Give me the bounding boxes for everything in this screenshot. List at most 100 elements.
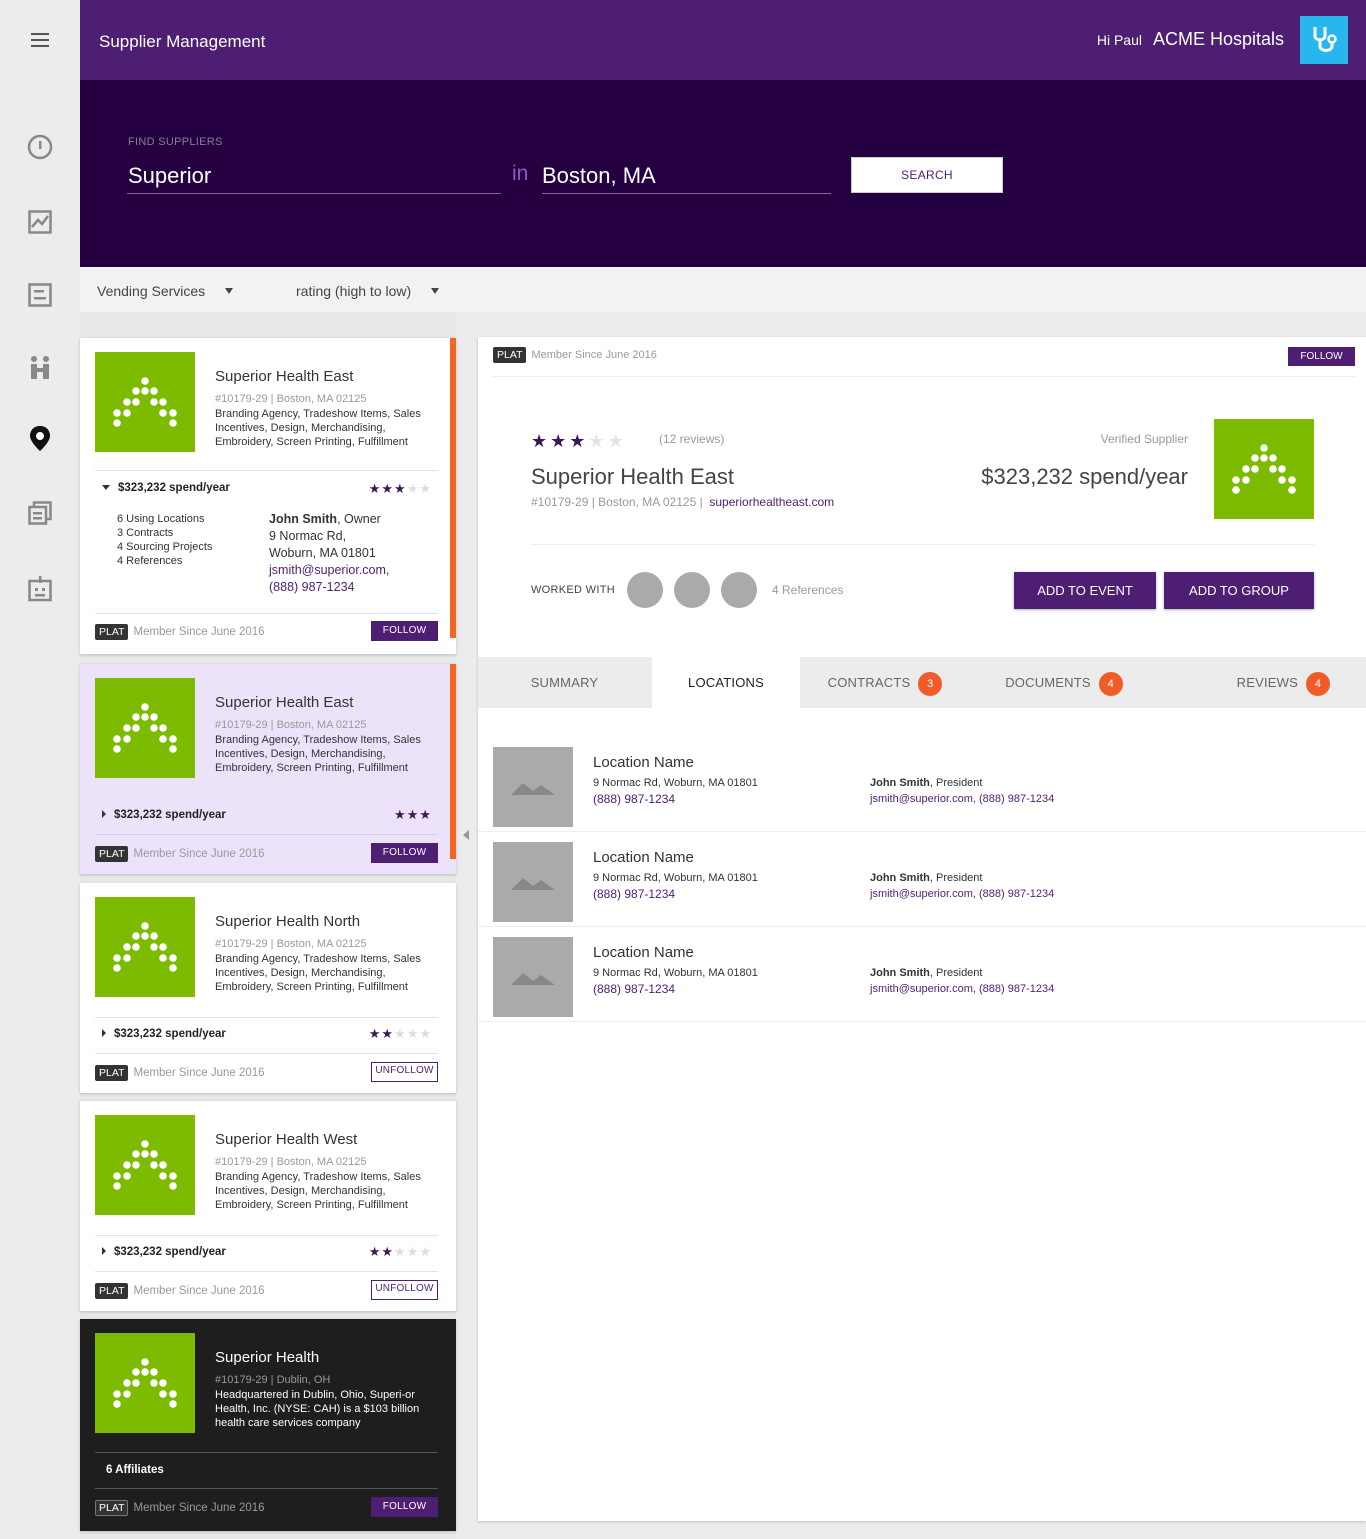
tab-summary[interactable]: SUMMARY [478, 657, 651, 708]
unfollow-button[interactable]: UNFOLLOW [371, 1062, 438, 1082]
logo-dot [113, 964, 121, 972]
follow-button[interactable]: FOLLOW [371, 1497, 438, 1517]
location-input[interactable]: Boston, MA [542, 160, 831, 194]
org-name[interactable]: ACME Hospitals [1153, 29, 1284, 50]
follow-button[interactable]: FOLLOW [1288, 347, 1355, 366]
filter-bar: Vending Services rating (high to low) [80, 267, 1366, 312]
contact-email-phone[interactable]: jsmith@superior.com, (888) 987-1234 [870, 983, 1054, 995]
logo-dot [123, 398, 131, 406]
chart-icon[interactable] [26, 208, 54, 236]
card-footer: PLAT Member Since June 2016 FOLLOW [95, 621, 438, 641]
logo-dot [123, 1379, 131, 1387]
location-name[interactable]: Location Name [593, 944, 694, 961]
logo-dot [132, 387, 140, 395]
spend-toggle[interactable]: $323,232 spend/year [102, 1246, 226, 1258]
caret-down-icon [102, 485, 110, 490]
star-filled-icon: ★ [569, 431, 589, 451]
supplier-card[interactable]: Superior Health East #10179-29 | Boston,… [80, 664, 456, 874]
logo-dot [141, 703, 149, 711]
add-to-group-button[interactable]: ADD TO GROUP [1164, 572, 1314, 609]
star-empty-icon: ★ [419, 1026, 432, 1041]
contact-phone[interactable]: (888) 987-1234 [269, 579, 389, 596]
references-link[interactable]: 4 References [772, 583, 843, 597]
category-dropdown[interactable]: Vending Services [97, 283, 234, 299]
user-greeting[interactable]: Hi Paul [1097, 32, 1142, 48]
tier-badge: PLAT [95, 1283, 129, 1299]
supplier-name[interactable]: Superior Health East [215, 694, 353, 711]
supplier-card[interactable]: Superior Health East #10179-29 | Boston,… [80, 338, 456, 654]
location-phone[interactable]: (888) 987-1234 [593, 982, 675, 996]
supplier-contact: John Smith, Owner 9 Normac Rd, Woburn, M… [269, 511, 389, 596]
website-link[interactable]: superiorhealtheast.com [709, 495, 834, 509]
logo-dot [123, 409, 131, 417]
supplier-name[interactable]: Superior Health East [215, 368, 353, 385]
review-count[interactable]: (12 reviews) [659, 432, 724, 446]
people-icon[interactable] [26, 354, 54, 382]
member-since: Member Since June 2016 [531, 349, 657, 361]
location-name[interactable]: Location Name [593, 849, 694, 866]
spend-toggle[interactable]: $323,232 spend/year [102, 809, 226, 821]
avatar[interactable] [674, 572, 710, 608]
supplier-meta: #10179-29 | Boston, MA 02125 [215, 719, 367, 731]
logo-dot [1242, 476, 1250, 484]
search-button[interactable]: SEARCH [851, 157, 1003, 193]
tab-locations[interactable]: LOCATIONS [652, 657, 800, 708]
location-contact: John Smith, President [870, 967, 982, 979]
calendar-icon[interactable] [26, 575, 54, 603]
location-phone[interactable]: (888) 987-1234 [593, 887, 675, 901]
unfollow-button[interactable]: UNFOLLOW [371, 1280, 438, 1300]
spend-toggle[interactable]: $323,232 spend/year [102, 482, 230, 494]
contact-email-phone[interactable]: jsmith@superior.com, (888) 987-1234 [870, 793, 1054, 805]
divider [95, 834, 438, 835]
contact-email-phone[interactable]: jsmith@superior.com, (888) 987-1234 [870, 888, 1054, 900]
spend-toggle[interactable]: $323,232 spend/year [102, 1028, 226, 1040]
tab-documents[interactable]: DOCUMENTS 4 [970, 657, 1158, 708]
member-since: Member Since June 2016 [133, 1502, 265, 1514]
documents-icon[interactable] [26, 499, 54, 527]
logo-dot [1288, 476, 1296, 484]
search-input[interactable]: Superior [127, 160, 501, 194]
add-to-event-button[interactable]: ADD TO EVENT [1014, 572, 1156, 609]
logo-dot [159, 1379, 167, 1387]
list-icon[interactable] [26, 281, 54, 309]
location-row[interactable]: Location Name 9 Normac Rd, Woburn, MA 01… [478, 832, 1366, 927]
supplier-card[interactable]: Superior Health #10179-29 | Dublin, OH H… [80, 1319, 456, 1531]
logo-dot [132, 713, 140, 721]
member-since: Member Since June 2016 [133, 848, 265, 860]
follow-button[interactable]: FOLLOW [371, 621, 438, 641]
logo-dot [123, 1172, 131, 1180]
logo-dot [150, 1368, 158, 1376]
menu-icon[interactable] [26, 26, 54, 54]
tier-badge: PLAT [95, 1065, 129, 1081]
supplier-card[interactable]: Superior Health North #10179-29 | Boston… [80, 883, 456, 1093]
location-row[interactable]: Location Name 9 Normac Rd, Woburn, MA 01… [478, 737, 1366, 832]
logo-dot [123, 724, 131, 732]
side-rail [0, 0, 80, 1539]
logo-dot [150, 724, 158, 732]
star-filled-icon: ★ [368, 481, 382, 496]
follow-button[interactable]: FOLLOW [371, 843, 438, 863]
dashboard-icon[interactable] [26, 133, 54, 161]
tab-contracts[interactable]: CONTRACTS 3 [801, 657, 969, 708]
tab-reviews[interactable]: REVIEWS 4 [1159, 657, 1366, 708]
supplier-card[interactable]: Superior Health West #10179-29 | Boston,… [80, 1101, 456, 1311]
star-empty-icon: ★ [394, 1026, 407, 1041]
collapse-panel-icon[interactable] [463, 830, 469, 840]
location-name[interactable]: Location Name [593, 754, 694, 771]
sort-dropdown[interactable]: rating (high to low) [296, 283, 440, 299]
location-row[interactable]: Location Name 9 Normac Rd, Woburn, MA 01… [478, 927, 1366, 1022]
verified-label: Verified Supplier [1100, 432, 1188, 446]
supplier-name[interactable]: Superior Health [215, 1349, 319, 1366]
affiliates-count[interactable]: 6 Affiliates [106, 1464, 164, 1476]
location-phone[interactable]: (888) 987-1234 [593, 792, 675, 806]
contact-role: , President [929, 967, 983, 979]
stethoscope-icon[interactable] [1300, 16, 1348, 64]
location-pin-icon[interactable] [26, 425, 54, 453]
contact-email[interactable]: jsmith@superior.com, [269, 562, 389, 579]
logo-dot [169, 419, 177, 427]
avatar[interactable] [721, 572, 757, 608]
avatar[interactable] [627, 572, 663, 608]
supplier-name[interactable]: Superior Health North [215, 913, 360, 930]
supplier-name[interactable]: Superior Health West [215, 1131, 357, 1148]
contact-name: John Smith [870, 777, 930, 789]
